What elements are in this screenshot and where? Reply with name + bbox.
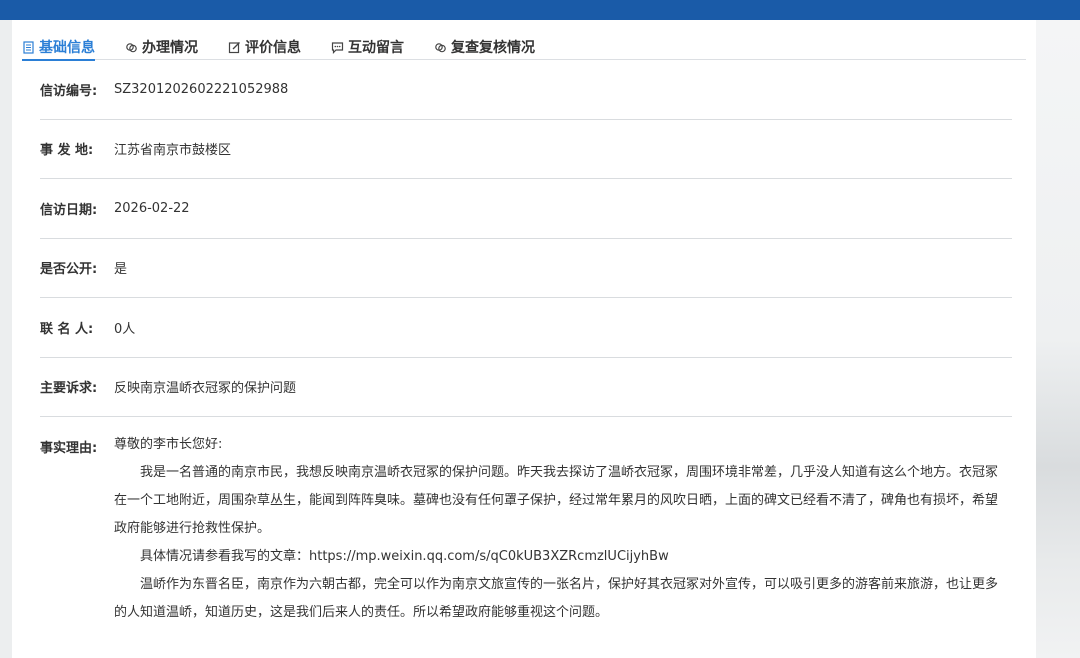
field-label: 主要诉求:	[40, 381, 98, 397]
reason-paragraph: 我是一名普通的南京市民，我想反映南京温峤衣冠冢的保护问题。昨天我去探访了温峤衣冠…	[114, 465, 999, 536]
page-background-left	[0, 20, 12, 658]
public-value: 是	[114, 262, 128, 278]
petition-detail-panel: 基础信息 办理情况 评价信息 互动留言 复查复核情况 信访编号: SZ32012…	[12, 20, 1036, 658]
field-row-petition-no: 信访编号: SZ3201202602221052988	[40, 60, 1012, 120]
field-row-cosigners: 联 名 人: 0人	[40, 298, 1012, 358]
field-label: 事实理由:	[40, 441, 98, 456]
date-value: 2026-02-22	[114, 200, 190, 216]
location-value: 江苏省南京市鼓楼区	[114, 143, 232, 159]
tab-interactive-messages[interactable]: 互动留言	[331, 34, 404, 60]
reason-paragraph: 温峤作为东晋名臣，南京作为六朝古都，完全可以作为南京文旅宣传的一张名片，保护好其…	[114, 577, 999, 620]
cosigners-value: 0人	[114, 321, 136, 337]
reason-paragraph-link: 具体情况请参看我写的文章：https://mp.weixin.qq.com/s/…	[140, 549, 669, 564]
tab-label: 办理情况	[142, 40, 198, 56]
page-background-right	[1036, 20, 1080, 658]
tab-label: 互动留言	[348, 40, 404, 56]
tab-label: 评价信息	[245, 40, 301, 56]
petition-number-value: SZ3201202602221052988	[114, 81, 289, 97]
top-header-bar	[0, 0, 1080, 20]
main-request-value: 反映南京温峤衣冠冢的保护问题	[114, 381, 297, 397]
field-row-date: 信访日期: 2026-02-22	[40, 179, 1012, 239]
edit-icon	[228, 41, 241, 54]
tab-evaluation-info[interactable]: 评价信息	[228, 34, 301, 60]
tab-handling-status[interactable]: 办理情况	[125, 34, 198, 60]
tab-label: 复查复核情况	[451, 40, 535, 56]
tab-bar: 基础信息 办理情况 评价信息 互动留言 复查复核情况	[22, 34, 1026, 61]
reason-greeting: 尊敬的李市长您好:	[114, 437, 223, 452]
reason-text: 尊敬的李市长您好: 我是一名普通的南京市民，我想反映南京温峤衣冠冢的保护问题。昨…	[114, 437, 1009, 627]
field-row-location: 事 发 地: 江苏省南京市鼓楼区	[40, 120, 1012, 179]
link-icon	[434, 41, 447, 54]
info-fields: 信访编号: SZ3201202602221052988 事 发 地: 江苏省南京…	[40, 60, 1012, 627]
document-icon	[22, 40, 35, 54]
field-row-reason: 事实理由: 尊敬的李市长您好: 我是一名普通的南京市民，我想反映南京温峤衣冠冢的…	[40, 417, 1012, 627]
tab-review-recheck[interactable]: 复查复核情况	[434, 34, 535, 60]
field-label: 联 名 人:	[40, 321, 94, 337]
field-label: 信访编号:	[40, 83, 98, 99]
field-row-public: 是否公开: 是	[40, 239, 1012, 298]
tab-basic-info[interactable]: 基础信息	[22, 34, 95, 61]
link-icon	[125, 41, 138, 54]
field-label: 信访日期:	[40, 202, 98, 218]
field-label: 是否公开:	[40, 262, 98, 278]
comment-icon	[331, 41, 344, 54]
field-row-main-request: 主要诉求: 反映南京温峤衣冠冢的保护问题	[40, 358, 1012, 417]
field-label: 事 发 地:	[40, 143, 94, 159]
tab-label: 基础信息	[39, 40, 95, 56]
